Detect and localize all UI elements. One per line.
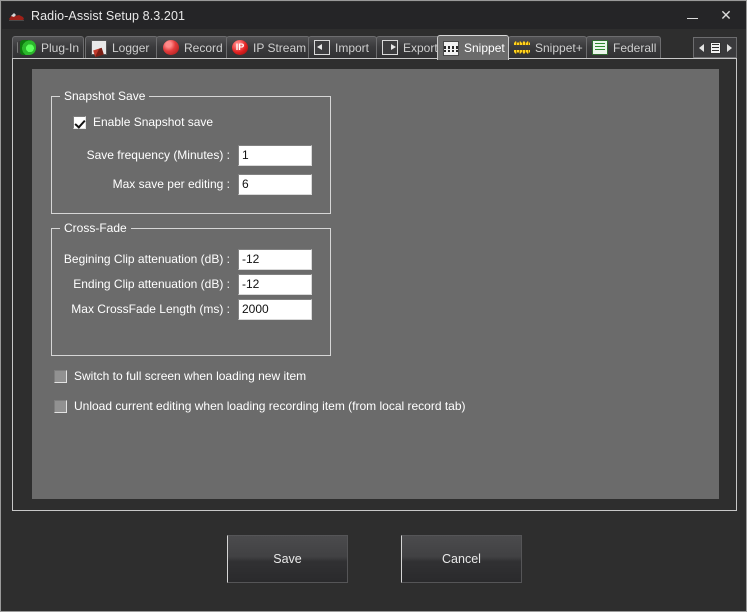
- tab-page: Snapshot Save Enable Snapshot save Save …: [12, 58, 737, 511]
- tab-label: Snippet: [464, 42, 505, 54]
- save-button[interactable]: Save: [227, 535, 348, 583]
- max-crossfade-length-row: Max CrossFade Length (ms) :: [52, 298, 312, 320]
- group-title: Snapshot Save: [60, 89, 149, 103]
- snippet-icon: [443, 41, 459, 56]
- tab-strip: Plug-In Logger Record IP IP Stream Impor…: [12, 36, 737, 60]
- window-title: Radio-Assist Setup 8.3.201: [31, 9, 675, 23]
- tab-label: Import: [335, 42, 369, 54]
- enable-snapshot-save-checkbox[interactable]: Enable Snapshot save: [73, 115, 213, 129]
- checkbox-label: Switch to full screen when loading new i…: [74, 369, 306, 383]
- save-frequency-input[interactable]: [238, 145, 312, 166]
- ending-clip-attenuation-input[interactable]: [238, 274, 312, 295]
- tab-label: Plug-In: [41, 42, 79, 54]
- tab-record[interactable]: Record: [156, 36, 228, 58]
- checkbox-label: Enable Snapshot save: [93, 115, 213, 129]
- setup-window: Radio-Assist Setup 8.3.201 ✕ Plug-In Log…: [0, 0, 747, 612]
- export-icon: [382, 40, 398, 55]
- ending-clip-attenuation-row: Ending Clip attenuation (dB) :: [52, 273, 312, 295]
- logger-icon: [91, 40, 107, 55]
- shoe-icon: [7, 6, 27, 26]
- field-label: Max save per editing :: [52, 177, 238, 191]
- federall-icon: [592, 40, 608, 55]
- cross-fade-group: Cross-Fade Begining Clip attenuation (dB…: [51, 228, 331, 356]
- tab-nav-group: [693, 37, 737, 58]
- group-title: Cross-Fade: [60, 221, 131, 235]
- begining-clip-attenuation-row: Begining Clip attenuation (dB) :: [52, 248, 312, 270]
- tab-plug-in[interactable]: Plug-In: [12, 36, 84, 58]
- scroll-left-icon[interactable]: [694, 38, 708, 57]
- title-bar: Radio-Assist Setup 8.3.201 ✕: [2, 2, 747, 29]
- begining-clip-attenuation-input[interactable]: [238, 249, 312, 270]
- max-save-per-editing-input[interactable]: [238, 174, 312, 195]
- cancel-button[interactable]: Cancel: [401, 535, 522, 583]
- tab-export[interactable]: Export: [376, 36, 444, 58]
- snippet-plus-icon: [514, 40, 530, 55]
- checkbox-box[interactable]: [54, 400, 67, 413]
- tab-label: Export: [403, 42, 438, 54]
- field-label: Ending Clip attenuation (dB) :: [52, 277, 238, 291]
- switch-full-screen-checkbox[interactable]: Switch to full screen when loading new i…: [54, 369, 306, 383]
- ip-icon: IP: [232, 40, 248, 55]
- checkbox-box[interactable]: [73, 116, 86, 129]
- tab-label: Snippet+: [535, 42, 583, 54]
- tab-label: Record: [184, 42, 223, 54]
- checkbox-box[interactable]: [54, 370, 67, 383]
- tab-federall[interactable]: Federall: [586, 36, 661, 58]
- field-label: Max CrossFade Length (ms) :: [52, 302, 238, 316]
- checkbox-label: Unload current editing when loading reco…: [74, 399, 466, 413]
- unload-current-editing-checkbox[interactable]: Unload current editing when loading reco…: [54, 399, 466, 413]
- snippet-settings-panel: Snapshot Save Enable Snapshot save Save …: [32, 69, 719, 499]
- tab-import[interactable]: Import: [308, 36, 377, 58]
- tab-ip-stream[interactable]: IP IP Stream: [226, 36, 310, 58]
- tab-label: Federall: [613, 42, 656, 54]
- tab-label: IP Stream: [253, 42, 306, 54]
- tab-label: Logger: [112, 42, 149, 54]
- tab-snippet[interactable]: Snippet: [437, 35, 509, 60]
- save-frequency-row: Save frequency (Minutes) :: [52, 144, 312, 166]
- scroll-right-icon[interactable]: [722, 38, 736, 57]
- tab-snippet-plus[interactable]: Snippet+: [508, 36, 587, 58]
- field-label: Save frequency (Minutes) :: [52, 148, 238, 162]
- field-label: Begining Clip attenuation (dB) :: [52, 252, 238, 266]
- max-save-per-editing-row: Max save per editing :: [52, 173, 312, 195]
- record-icon: [163, 40, 179, 55]
- minimize-button[interactable]: [675, 3, 709, 29]
- plugin-icon: [20, 40, 36, 55]
- max-crossfade-length-input[interactable]: [238, 299, 312, 320]
- tab-logger[interactable]: Logger: [85, 36, 158, 58]
- tab-list-icon[interactable]: [708, 38, 722, 57]
- close-button[interactable]: ✕: [709, 3, 743, 29]
- import-icon: [314, 40, 330, 55]
- snapshot-save-group: Snapshot Save Enable Snapshot save Save …: [51, 96, 331, 214]
